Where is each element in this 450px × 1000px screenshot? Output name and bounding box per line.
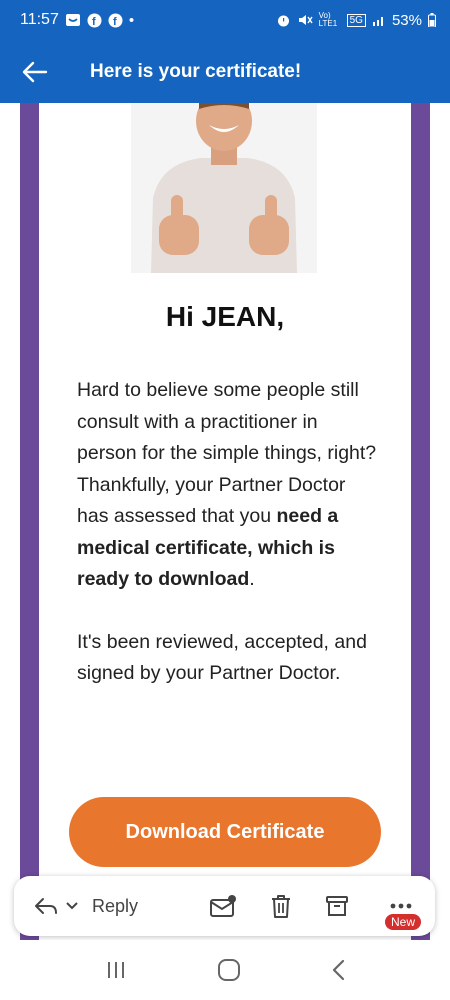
system-nav-bar bbox=[0, 940, 450, 1000]
email-action-bar: Reply New bbox=[14, 876, 435, 936]
signal-icon bbox=[372, 14, 386, 26]
chevron-down-icon[interactable] bbox=[66, 902, 78, 910]
svg-text:f: f bbox=[113, 16, 117, 28]
app-bar: Here is your certificate! bbox=[0, 40, 450, 103]
email-card: Hi JEAN, Hard to believe some people sti… bbox=[39, 103, 411, 940]
back-icon[interactable] bbox=[331, 959, 345, 981]
reply-label: Reply bbox=[92, 895, 139, 916]
battery-icon bbox=[428, 13, 436, 27]
back-button[interactable] bbox=[0, 40, 70, 103]
more-button[interactable]: New bbox=[381, 886, 422, 930]
assessment-end: . bbox=[249, 568, 255, 590]
hero-image bbox=[131, 103, 317, 273]
page-title: Here is your certificate! bbox=[90, 60, 302, 82]
email-content[interactable]: Hi JEAN, Hard to believe some people sti… bbox=[0, 103, 450, 940]
more-icon bbox=[390, 903, 412, 909]
facebook-icon: f bbox=[87, 13, 102, 28]
mute-icon bbox=[297, 13, 313, 27]
svg-text:f: f bbox=[92, 16, 96, 28]
email-body: Hard to believe some people still consul… bbox=[77, 375, 377, 690]
network-indicator: 5G bbox=[346, 13, 366, 27]
dot-icon: • bbox=[128, 11, 135, 29]
archive-icon[interactable] bbox=[325, 894, 349, 918]
recents-icon[interactable] bbox=[105, 960, 127, 980]
facebook-icon: f bbox=[108, 13, 123, 28]
greeting: Hi JEAN, bbox=[165, 301, 285, 332]
back-arrow-icon bbox=[22, 61, 48, 82]
notification-icon bbox=[65, 13, 81, 27]
battery-level: 53% bbox=[391, 11, 422, 29]
alarm-icon bbox=[276, 13, 291, 28]
trash-icon[interactable] bbox=[269, 893, 293, 919]
new-badge: New bbox=[385, 914, 422, 930]
reply-icon bbox=[35, 898, 57, 914]
paragraph-assessment: Thankfully, your Partner Doctor has asse… bbox=[77, 470, 377, 596]
paragraph-signed: It's been reviewed, accepted, and signed… bbox=[77, 630, 367, 685]
download-certificate-button[interactable]: Download Certificate bbox=[69, 797, 381, 867]
paragraph-intro: Hard to believe some people still consul… bbox=[77, 379, 377, 464]
home-icon[interactable] bbox=[217, 958, 241, 982]
status-time: 11:57 bbox=[20, 11, 59, 28]
reply-button[interactable]: Reply bbox=[34, 896, 138, 917]
mark-unread-icon[interactable] bbox=[209, 894, 237, 918]
volte-indicator: Vo) LTE1 bbox=[318, 11, 338, 28]
status-bar: 11:57 f f • Vo) LTE1 5G 53% bbox=[0, 0, 450, 40]
